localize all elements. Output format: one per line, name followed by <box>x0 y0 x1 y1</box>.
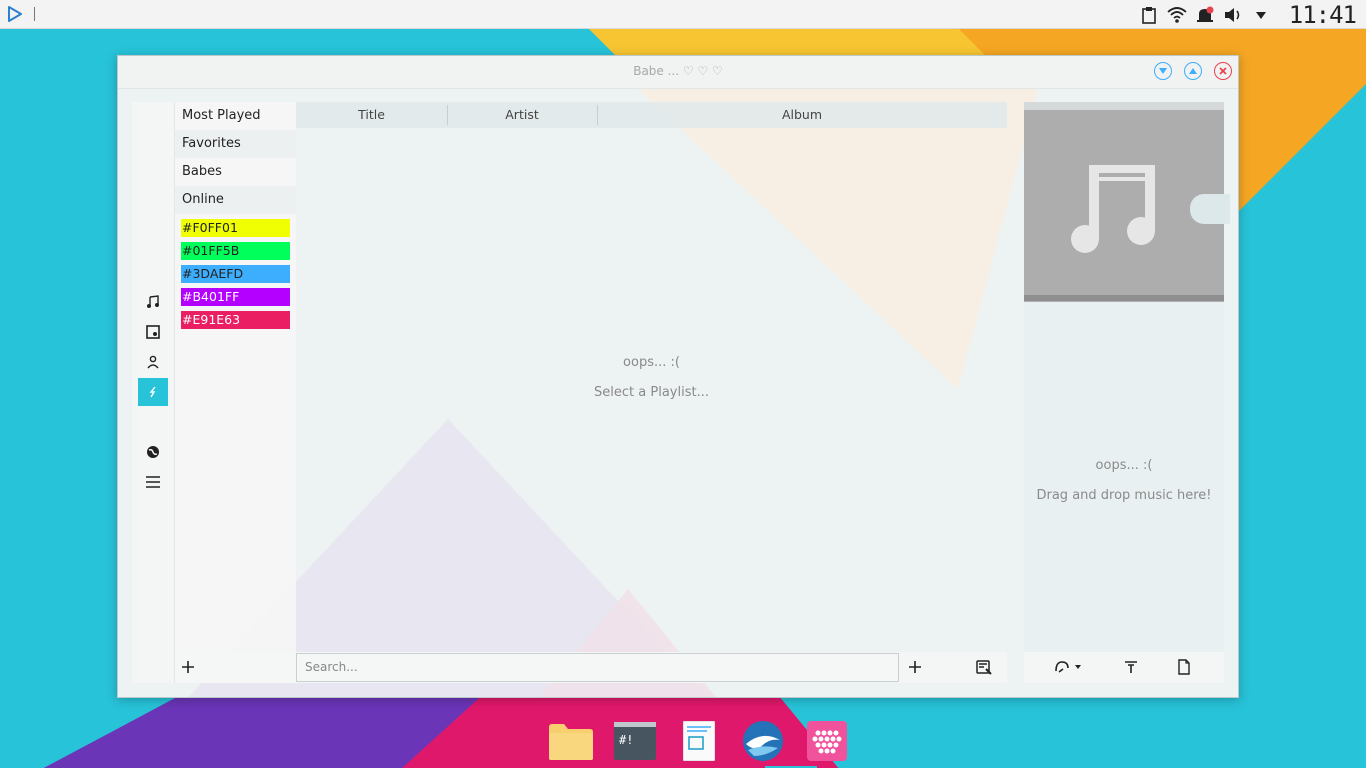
album-icon[interactable] <box>138 318 168 346</box>
table-header: Title Artist Album <box>296 102 1007 128</box>
menu-icon[interactable] <box>138 468 168 496</box>
view-switcher-bar <box>132 102 175 683</box>
artist-icon[interactable] <box>138 348 168 376</box>
online-icon[interactable] <box>138 438 168 466</box>
search-row: Search... <box>296 652 1007 683</box>
files-folder-icon[interactable] <box>548 718 594 764</box>
album-cover[interactable] <box>1024 110 1230 302</box>
volume-icon[interactable] <box>1223 5 1243 25</box>
playlist-icon[interactable] <box>138 378 168 406</box>
close-button[interactable] <box>1214 62 1232 80</box>
maximize-button[interactable] <box>1184 62 1202 80</box>
text-editor-icon[interactable] <box>676 718 722 764</box>
add-playlist-icon[interactable] <box>179 658 197 676</box>
color-tag-blue[interactable]: #3DAEFD <box>181 265 290 283</box>
right-empty-hint: Drag and drop music here! <box>1036 488 1212 503</box>
panel-separator <box>34 7 35 21</box>
dock: #! <box>548 714 850 768</box>
search-input[interactable]: Search... <box>296 653 899 682</box>
color-tag-yellow[interactable]: #F0FF01 <box>181 219 290 237</box>
tracks-table: Title Artist Album oops... :( Select a P… <box>296 102 1007 652</box>
right-empty-title: oops... :( <box>1095 458 1153 473</box>
color-tag-green[interactable]: #01FF5B <box>181 242 290 260</box>
system-tray: 11:41 <box>1139 0 1366 29</box>
now-playing-panel: oops... :( Drag and drop music here! <box>1024 102 1230 683</box>
playlist-item-most-played[interactable]: Most Played <box>175 102 296 130</box>
column-title[interactable]: Title <box>296 102 447 128</box>
empty-title: oops... :( <box>623 355 680 370</box>
dropdown-arrow-icon[interactable] <box>1251 5 1271 25</box>
playback-mode-icon[interactable] <box>1052 658 1084 676</box>
add-icon[interactable] <box>906 658 924 676</box>
column-artist[interactable]: Artist <box>447 102 597 128</box>
browser-icon[interactable] <box>740 718 786 764</box>
play-triangle-icon[interactable] <box>0 0 30 29</box>
top-panel: 11:41 <box>0 0 1366 29</box>
window-title: Babe ... ♡ ♡ ♡ <box>633 64 723 78</box>
svg-text:#!: #! <box>619 733 633 747</box>
playlist-sidebar: Most Played Favorites Babes Online #F0FF… <box>175 102 296 683</box>
terminal-icon[interactable]: #! <box>612 718 658 764</box>
right-footer <box>1024 652 1224 683</box>
playlist-item-favorites[interactable]: Favorites <box>175 130 296 158</box>
music-player-icon[interactable] <box>804 718 850 764</box>
color-tag-purple[interactable]: #B401FF <box>181 288 290 306</box>
window-titlebar[interactable]: Babe ... ♡ ♡ ♡ <box>118 56 1238 89</box>
minimize-button[interactable] <box>1154 62 1172 80</box>
filter-icon[interactable] <box>1122 658 1140 676</box>
music-note-icon[interactable] <box>138 288 168 316</box>
document-icon[interactable] <box>1175 658 1193 676</box>
clock[interactable]: 11:41 <box>1289 1 1357 29</box>
playlist-item-online[interactable]: Online <box>175 186 296 214</box>
column-album[interactable]: Album <box>597 102 1007 128</box>
empty-hint: Select a Playlist... <box>594 385 709 400</box>
panel-toggle-handle[interactable] <box>1190 194 1230 224</box>
playlist-footer <box>175 652 296 683</box>
progress-bar[interactable] <box>1024 295 1224 301</box>
color-tag-pink[interactable]: #E91E63 <box>181 311 290 329</box>
wifi-icon[interactable] <box>1167 5 1187 25</box>
babe-window: Babe ... ♡ ♡ ♡ Most Played Favorites Bab… <box>117 55 1239 698</box>
save-playlist-icon[interactable] <box>975 658 993 676</box>
clipboard-icon[interactable] <box>1139 5 1159 25</box>
notification-bell-icon[interactable] <box>1195 5 1215 25</box>
playlist-item-babes[interactable]: Babes <box>175 158 296 186</box>
